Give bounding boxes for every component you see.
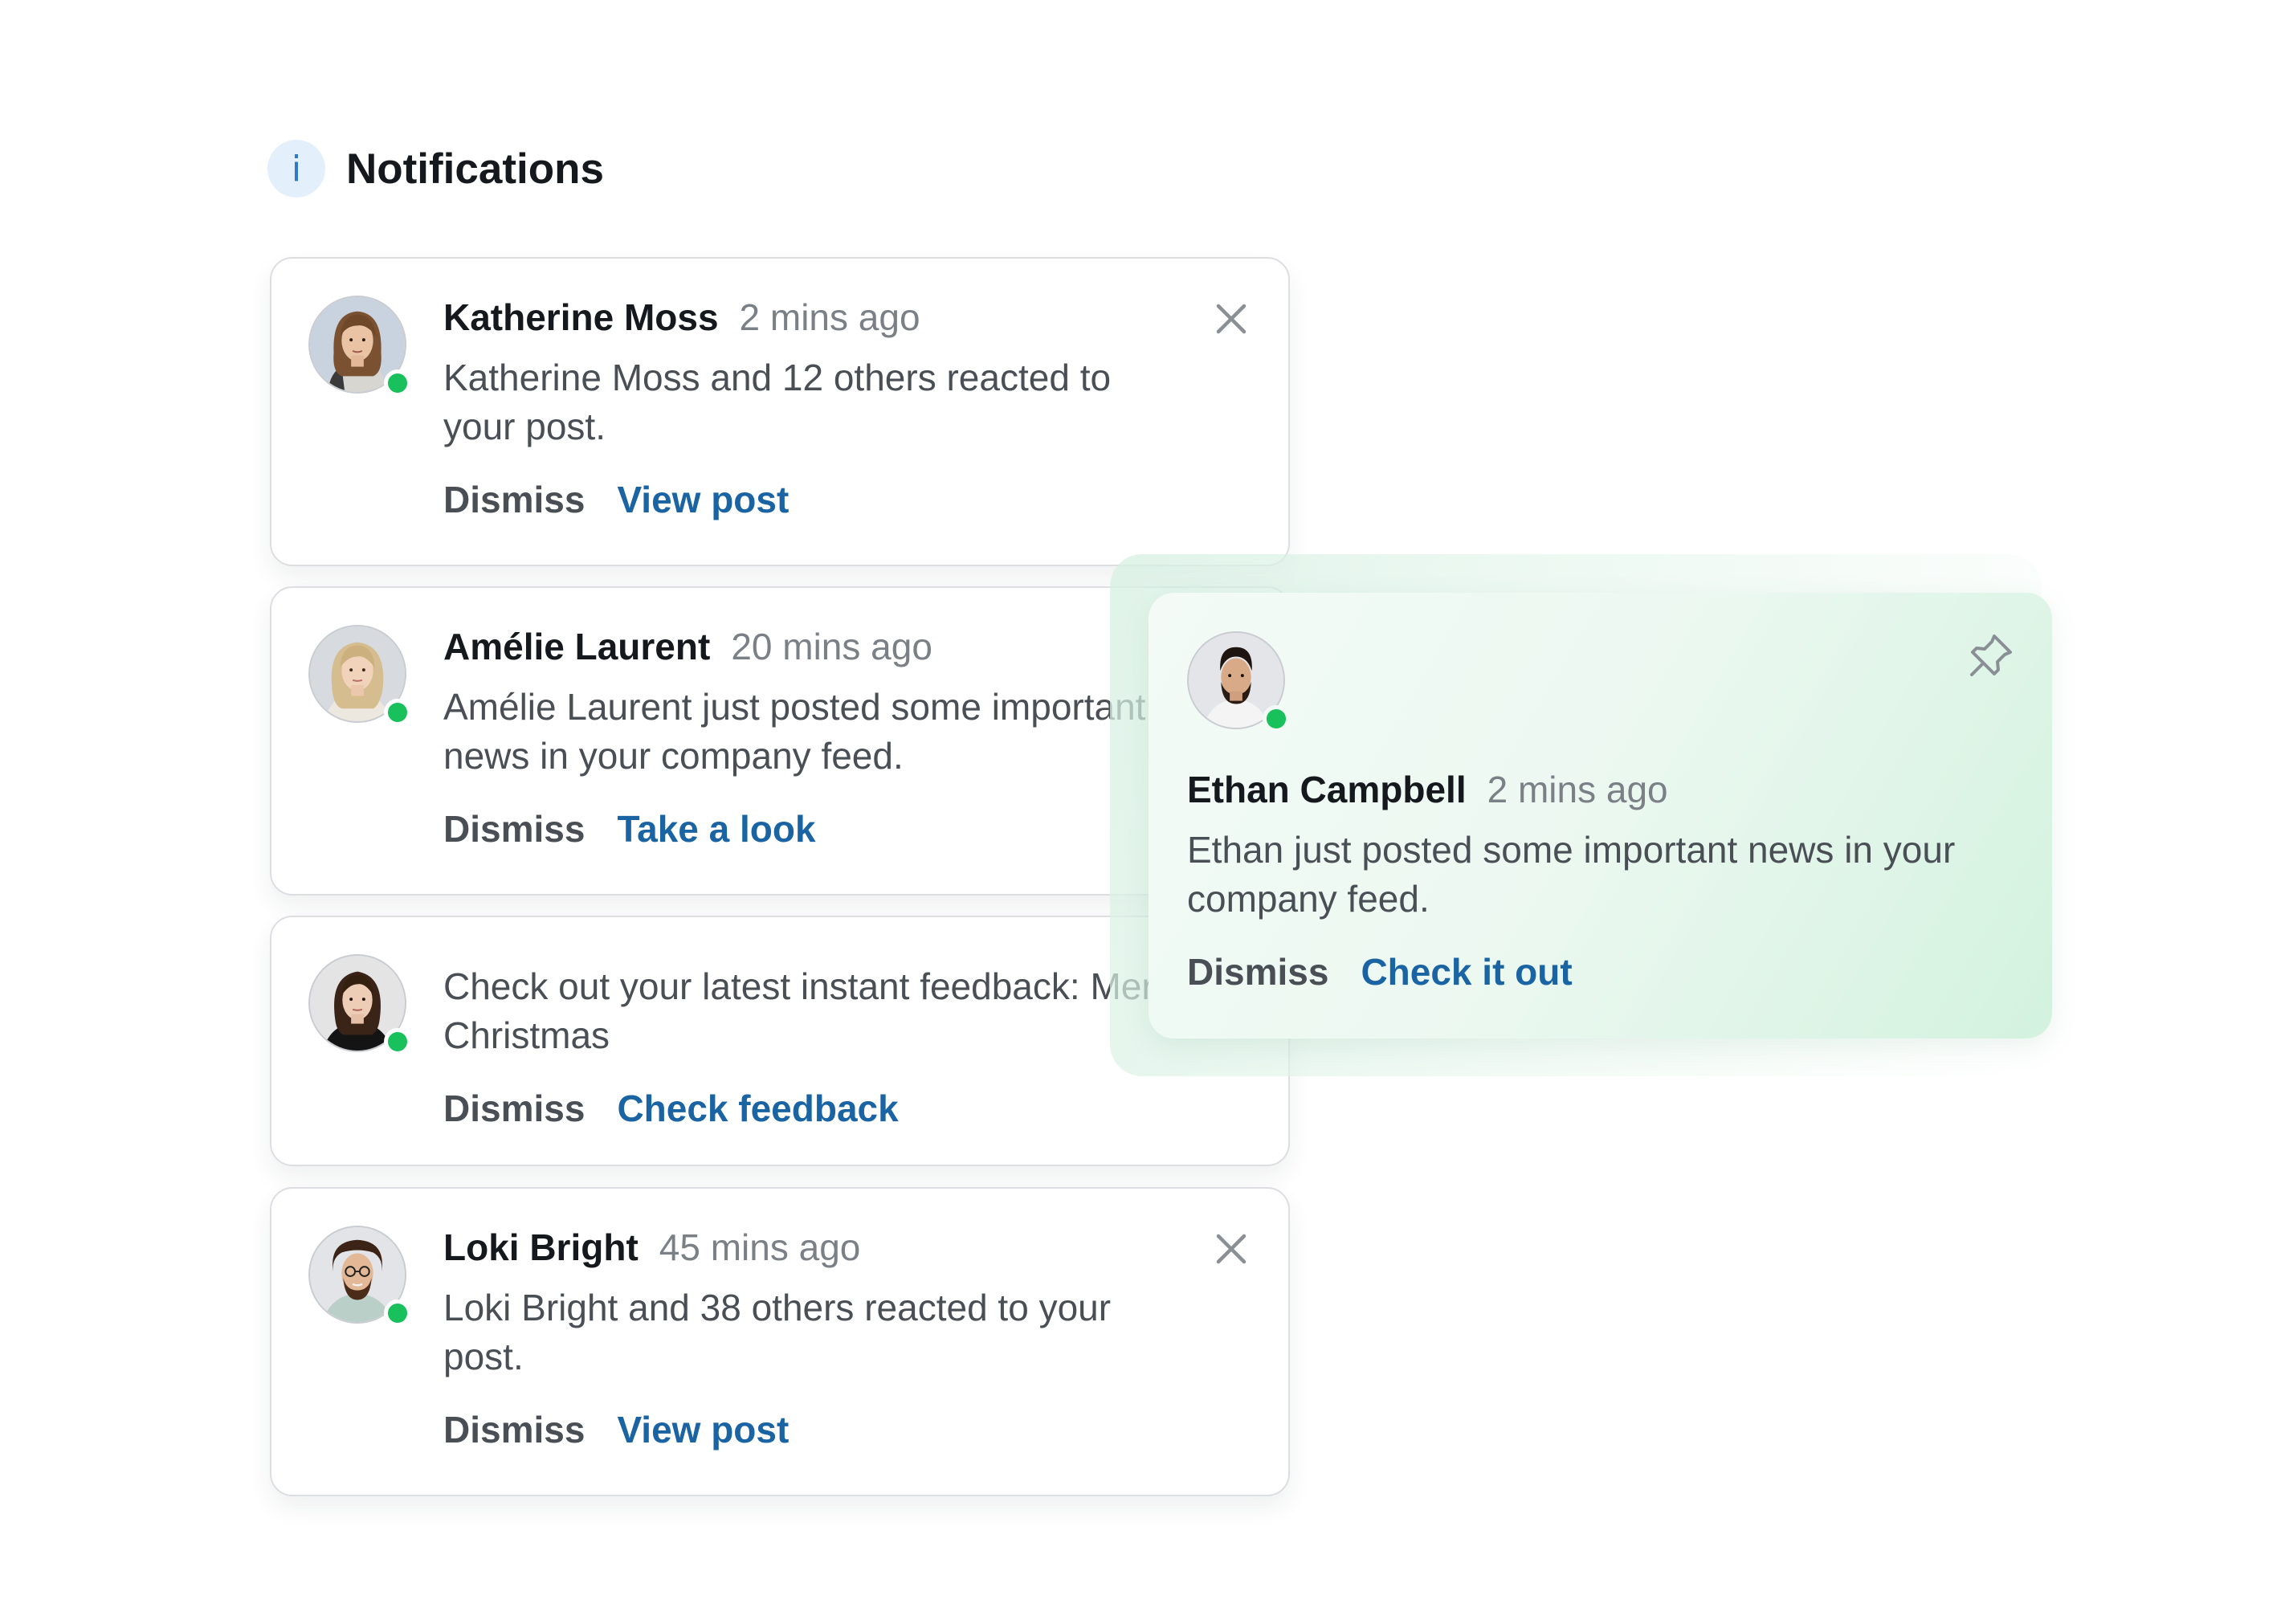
sender-name[interactable]: Loki Bright [443, 1226, 639, 1269]
online-status-dot [384, 699, 411, 726]
avatar[interactable] [308, 296, 411, 397]
dismiss-button[interactable]: Dismiss [1187, 950, 1328, 994]
avatar[interactable] [308, 1226, 411, 1327]
notification-actions: Dismiss View post [443, 477, 1168, 522]
avatar[interactable] [308, 625, 411, 726]
timestamp: 2 mins ago [739, 296, 920, 338]
notification-title-row: Amélie Laurent 20 mins ago [443, 625, 1168, 673]
timestamp: 20 mins ago [731, 626, 932, 667]
toast-message: Ethan just posted some important news in… [1187, 829, 1956, 920]
close-icon[interactable] [1211, 299, 1251, 339]
notification-message: Loki Bright and 38 others reacted to you… [443, 1287, 1112, 1377]
avatar[interactable] [308, 954, 411, 1055]
notification-card: Loki Bright 45 mins ago Loki Bright and … [270, 1187, 1290, 1496]
notification-content: Katherine Moss 2 mins ago Katherine Moss… [443, 296, 1168, 522]
sender-name[interactable]: Amélie Laurent [443, 625, 710, 668]
notification-content: Amélie Laurent 20 mins ago Amélie Lauren… [443, 625, 1168, 851]
toast-title-row: Ethan Campbell 2 mins ago [1187, 768, 2014, 816]
notification-message-line: news in your company feed. [443, 735, 904, 777]
notifications-page: i Notifications Katherine Moss 2 mins ag… [0, 0, 2289, 1624]
pin-icon[interactable] [1965, 630, 2017, 681]
notification-content: Loki Bright 45 mins ago Loki Bright and … [443, 1226, 1168, 1452]
notification-card: Katherine Moss 2 mins ago Katherine Moss… [270, 257, 1290, 566]
floating-notification-toast: Ethan Campbell 2 mins ago Ethan just pos… [1149, 593, 2052, 1038]
take-a-look-button[interactable]: Take a look [617, 807, 815, 851]
toast-content: Ethan Campbell 2 mins ago Ethan just pos… [1187, 768, 2014, 994]
notification-title-row: Katherine Moss 2 mins ago [443, 296, 1168, 344]
toast-actions: Dismiss Check it out [1187, 949, 2014, 994]
notifications-header: i Notifications [267, 138, 604, 199]
notification-message-line: Amélie Laurent just posted some importan… [443, 686, 1146, 728]
dismiss-button[interactable]: Dismiss [443, 1087, 585, 1130]
online-status-dot [384, 1028, 411, 1055]
notification-message: Check out your latest instant feedback: … [443, 965, 1185, 1056]
online-status-dot [384, 369, 411, 397]
online-status-dot [384, 1300, 411, 1327]
view-post-button[interactable]: View post [617, 1408, 789, 1451]
dismiss-button[interactable]: Dismiss [443, 1408, 585, 1451]
notification-actions: Dismiss View post [443, 1407, 1168, 1452]
timestamp: 2 mins ago [1487, 769, 1668, 810]
view-post-button[interactable]: View post [617, 478, 789, 521]
timestamp: 45 mins ago [659, 1226, 861, 1268]
dismiss-button[interactable]: Dismiss [443, 478, 585, 521]
notification-actions: Dismiss Take a look [443, 806, 1168, 851]
info-icon: i [267, 140, 325, 198]
check-feedback-button[interactable]: Check feedback [617, 1087, 898, 1130]
notification-message: Amélie Laurent just posted some importan… [443, 683, 1166, 781]
notification-actions: Dismiss Check feedback [443, 1086, 1224, 1131]
notification-content: Check out your latest instant feedback: … [443, 954, 1224, 1131]
online-status-dot [1263, 705, 1290, 732]
check-it-out-button[interactable]: Check it out [1361, 950, 1572, 994]
close-icon[interactable] [1211, 1229, 1251, 1269]
notification-title-row: Loki Bright 45 mins ago [443, 1226, 1168, 1274]
notification-message: Katherine Moss and 12 others reacted to … [443, 357, 1112, 447]
avatar[interactable] [1187, 631, 1290, 732]
sender-name[interactable]: Ethan Campbell [1187, 768, 1467, 811]
dismiss-button[interactable]: Dismiss [443, 807, 585, 851]
sender-name[interactable]: Katherine Moss [443, 296, 719, 339]
page-title: Notifications [346, 145, 604, 193]
